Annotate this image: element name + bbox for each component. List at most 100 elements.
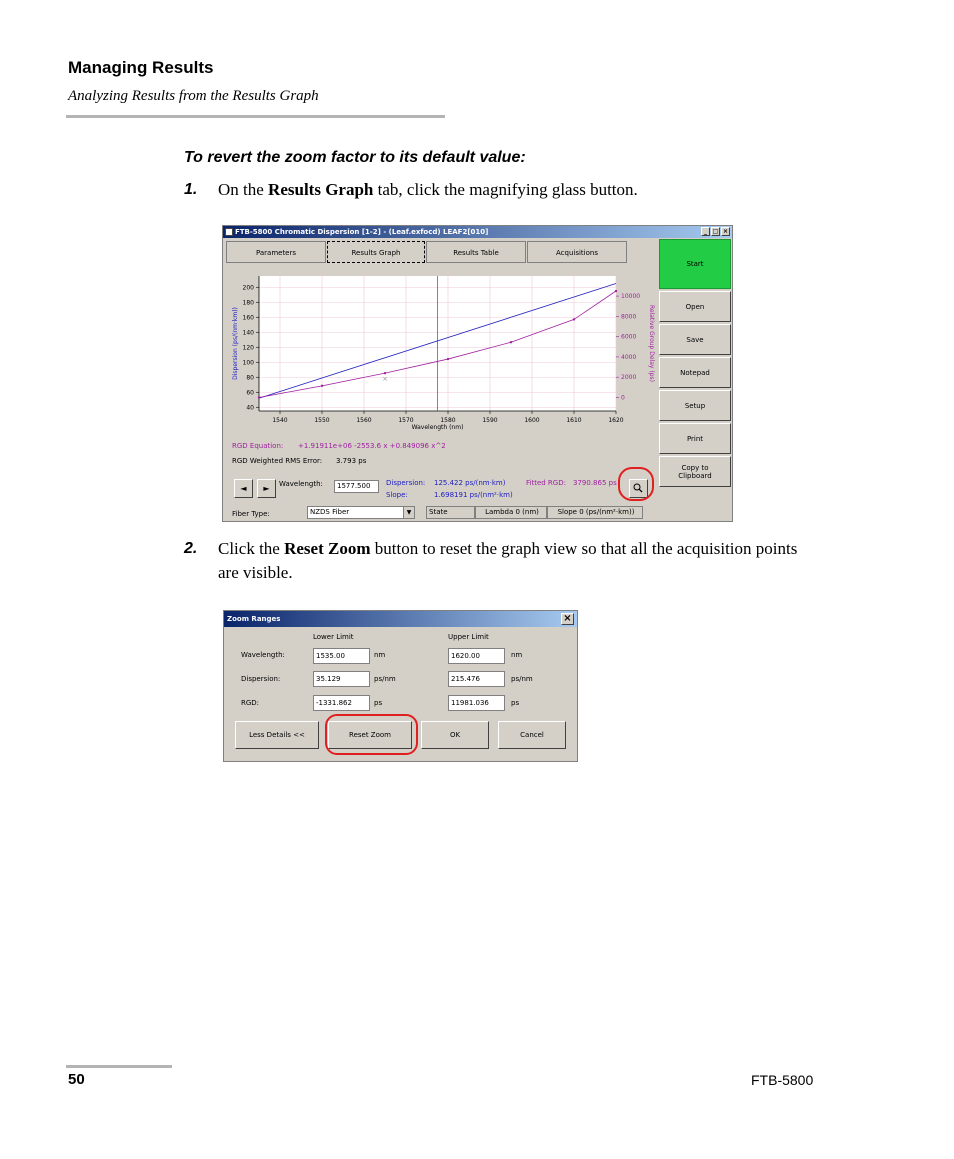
step-2-number: 2. <box>184 540 198 557</box>
data-point <box>509 341 513 344</box>
dialog-title: Zoom Ranges <box>227 615 281 623</box>
y2-tick-label: 10000 <box>621 293 640 300</box>
y-tick-label: 140 <box>243 329 255 336</box>
y-tick-label: 40 <box>246 404 254 411</box>
dispersion-lower-unit: ps/nm <box>374 675 396 683</box>
notepad-button[interactable]: Notepad <box>659 357 731 388</box>
close-icon[interactable]: × <box>721 227 730 236</box>
section-subtitle: Analyzing Results from the Results Graph <box>68 88 319 104</box>
dispersion-label: Dispersion: <box>386 479 426 487</box>
save-button[interactable]: Save <box>659 324 731 355</box>
section-title: Managing Results <box>68 58 214 77</box>
x-tick-label: 1600 <box>524 417 539 424</box>
setup-button[interactable]: Setup <box>659 390 731 421</box>
wavelength-lower-input[interactable]: 1535.00 <box>313 648 370 664</box>
slope-value: 1.698191 ps/(nm²·km) <box>434 491 513 499</box>
data-point <box>614 289 618 293</box>
step-1-text: On the Results Graph tab, click the magn… <box>218 180 638 199</box>
rgd-lower-unit: ps <box>374 699 383 707</box>
fiber-type-label: Fiber Type: <box>232 510 270 518</box>
reset-zoom-highlight <box>325 714 418 755</box>
fitted-rgd-value: 3790.865 ps <box>573 479 617 487</box>
dispersion-lower-input[interactable]: 35.129 <box>313 671 370 687</box>
wavelength-upper-unit: nm <box>511 651 523 659</box>
results-graph-window: FTB-5800 Chromatic Dispersion [1-2] - (L… <box>222 225 733 522</box>
rms-value: 3.793 ps <box>336 457 367 465</box>
y2-tick-label: 4000 <box>621 354 636 361</box>
wavelength-lower-unit: nm <box>374 651 386 659</box>
status-col-slope0: Slope 0 (ps/(nm²·km)) <box>547 506 643 519</box>
dispersion-chart: 1540 1550 1560 1570 1580 1590 1600 1610 16204060… <box>232 276 655 431</box>
previous-button[interactable]: ◄ <box>234 479 253 498</box>
rgd-equation-value: +1.91911e+06 -2553.6 x +0.849096 x^2 <box>298 442 446 450</box>
start-button[interactable]: Start <box>659 239 731 289</box>
dialog-close-icon[interactable]: × <box>561 613 574 625</box>
x-tick-label: 1590 <box>482 417 497 424</box>
next-button[interactable]: ► <box>257 479 276 498</box>
ok-button[interactable]: OK <box>421 721 489 749</box>
app-icon <box>225 228 233 236</box>
x-tick-label: 1610 <box>566 417 581 424</box>
y-axis-label: Dispersion (ps/(nm·km)) <box>232 307 239 380</box>
y2-tick-label: 8000 <box>621 313 636 320</box>
wavelength-upper-input[interactable]: 1620.00 <box>448 648 505 664</box>
lower-limit-header: Lower Limit <box>313 633 354 641</box>
cancel-button[interactable]: Cancel <box>498 721 566 749</box>
y2-tick-label: 6000 <box>621 334 636 341</box>
less-details-button[interactable]: Less Details << <box>235 721 319 749</box>
print-button[interactable]: Print <box>659 423 731 454</box>
step-2-text: Click the Reset Zoom button to reset the… <box>218 539 798 582</box>
tab-results-graph[interactable]: Results Graph <box>327 241 425 263</box>
slope-label: Slope: <box>386 491 408 499</box>
dispersion-value: 125.422 ps/(nm·km) <box>434 479 506 487</box>
x-tick-label: 1580 <box>440 417 455 424</box>
window-title: FTB-5800 Chromatic Dispersion [1-2] - (L… <box>235 228 489 236</box>
dropdown-arrow-icon[interactable]: ▼ <box>403 507 414 518</box>
wavelength-input[interactable]: 1577.500 <box>334 480 379 493</box>
outlier-point: × <box>382 375 388 383</box>
fitted-rgd-label: Fitted RGD: <box>526 479 566 487</box>
x-tick-label: 1550 <box>314 417 329 424</box>
upper-limit-header: Upper Limit <box>448 633 489 641</box>
y2-tick-label: 0 <box>621 394 625 401</box>
dispersion-upper-input[interactable]: 215.476 <box>448 671 505 687</box>
header-rule <box>66 115 445 118</box>
open-button[interactable]: Open <box>659 291 731 322</box>
step-1-number: 1. <box>184 181 198 198</box>
y-tick-label: 120 <box>243 344 255 351</box>
y-tick-label: 200 <box>243 284 255 291</box>
rgd-upper-unit: ps <box>511 699 520 707</box>
tab-results-table[interactable]: Results Table <box>426 241 526 263</box>
row-wavelength-label: Wavelength: <box>241 651 285 659</box>
product-name: FTB-5800 <box>751 1072 814 1088</box>
rgd-equation-label: RGD Equation: <box>232 442 284 450</box>
page-number: 50 <box>68 1071 85 1088</box>
tab-parameters[interactable]: Parameters <box>226 241 326 263</box>
data-point <box>446 357 450 361</box>
rgd-lower-input[interactable]: -1331.862 <box>313 695 370 711</box>
row-dispersion-label: Dispersion: <box>241 675 281 683</box>
y2-tick-label: 2000 <box>621 374 636 381</box>
data-point <box>572 318 576 321</box>
rgd-upper-input[interactable]: 11981.036 <box>448 695 505 711</box>
data-point <box>320 384 324 388</box>
maximize-icon[interactable]: □ <box>711 227 720 236</box>
tab-acquisitions[interactable]: Acquisitions <box>527 241 627 263</box>
fiber-type-select[interactable]: NZDS Fiber ▼ <box>307 506 415 519</box>
x-tick-label: 1540 <box>272 417 287 424</box>
y-tick-label: 60 <box>246 389 254 396</box>
copy-to-clipboard-button[interactable]: Copy to Clipboard <box>659 456 731 487</box>
window-titlebar: FTB-5800 Chromatic Dispersion [1-2] - (L… <box>223 226 732 238</box>
wavelength-label: Wavelength: <box>279 480 323 488</box>
row-rgd-label: RGD: <box>241 699 260 707</box>
y-tick-label: 160 <box>243 314 255 321</box>
y-tick-label: 180 <box>243 299 255 306</box>
footer-rule <box>66 1065 172 1068</box>
y-tick-label: 80 <box>246 374 254 381</box>
x-tick-label: 1570 <box>398 417 413 424</box>
x-axis-label: Wavelength (nm) <box>412 424 464 431</box>
procedure-title: To revert the zoom factor to its default… <box>184 149 526 166</box>
status-col-lambda0: Lambda 0 (nm) <box>475 506 547 519</box>
x-tick-label: 1560 <box>356 417 371 424</box>
minimize-icon[interactable]: _ <box>701 227 710 236</box>
